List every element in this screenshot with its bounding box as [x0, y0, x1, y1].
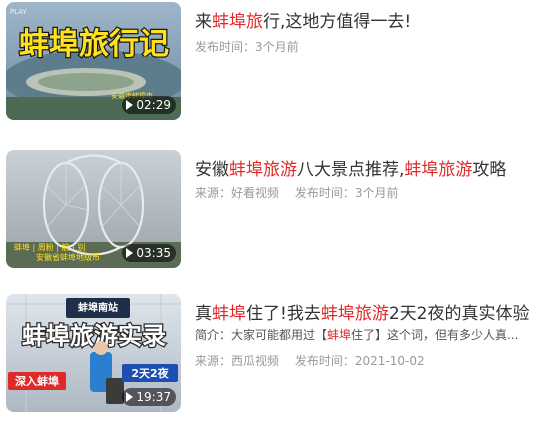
publish-time-value: 3个月前: [354, 186, 399, 200]
video-duration-text-1: 02:29: [136, 98, 171, 112]
video-thumbnail-2[interactable]: 蚌埠 | 周粉 | 航 | 别 安徽省蚌埠地级市 03:35: [6, 150, 181, 268]
thumbnail-tag-1: 深入蚌埠: [15, 374, 59, 388]
highlighted-keyword: 蚌埠旅游: [229, 160, 297, 180]
video-title-link-2[interactable]: 安徽蚌埠旅游八大景点推荐,蚌埠旅游攻略: [195, 158, 555, 182]
video-duration-text-2: 03:35: [136, 246, 171, 260]
video-thumbnail-1[interactable]: 蚌埠旅行记 PLAY 安徽市蚌埠市 02:29: [6, 2, 181, 120]
source-label: 来源：: [195, 186, 232, 200]
video-duration-badge-1: 02:29: [122, 96, 176, 114]
thumbnail-play-watermark: PLAY: [10, 8, 28, 16]
video-duration-text-3: 19:37: [136, 390, 171, 404]
thumbnail-caption-2b: 安徽省蚌埠地级市: [36, 252, 100, 262]
source-value: 西瓜视频: [231, 354, 280, 368]
video-result-1: 蚌埠旅行记 PLAY 安徽市蚌埠市 02:29 来蚌埠旅行,这地方值得一去! 发…: [0, 2, 557, 122]
video-result-2: 蚌埠 | 周粉 | 航 | 别 安徽省蚌埠地级市 03:35 安徽蚌埠旅游八大景…: [0, 150, 557, 270]
video-result-3: 蚌埠南站 蚌埠旅游实录 深入蚌埠 2天2夜 19:37 真蚌埠住了!我去蚌埠旅游…: [0, 294, 557, 414]
thumbnail-caption-2a: 蚌埠 | 周粉 | 航 | 别: [14, 242, 85, 252]
play-icon: [126, 100, 134, 110]
publish-time-label: 发布时间：: [294, 186, 355, 200]
video-snippet-3: 简介：大家可能都用过【蚌埠住了】这个词，但有多少人真...: [195, 326, 547, 344]
text-segment: 八大景点推荐,: [297, 160, 405, 180]
publish-time-1: 发布时间：3个月前: [195, 40, 299, 54]
video-duration-badge-2: 03:35: [122, 244, 176, 262]
text-segment: 2天2夜的真实体验: [388, 304, 530, 324]
text-segment: 简介：大家可能都用过【: [195, 328, 328, 342]
video-title-link-1[interactable]: 来蚌埠旅行,这地方值得一去!: [195, 10, 555, 34]
video-meta-2: 来源：好看视频 发布时间：3个月前: [195, 184, 399, 202]
video-title-link-3[interactable]: 真蚌埠住了!我去蚌埠旅游2天2夜的真实体验: [195, 302, 555, 326]
video-results-list: 蚌埠旅行记 PLAY 安徽市蚌埠市 02:29 来蚌埠旅行,这地方值得一去! 发…: [0, 0, 557, 421]
video-thumbnail-3[interactable]: 蚌埠南站 蚌埠旅游实录 深入蚌埠 2天2夜 19:37: [6, 294, 181, 412]
play-icon: [126, 248, 134, 258]
highlighted-keyword: 蚌埠: [212, 304, 246, 324]
publish-time-2: 发布时间：3个月前: [295, 186, 399, 200]
video-duration-badge-3: 19:37: [122, 388, 176, 406]
publish-time-value: 3个月前: [255, 40, 299, 54]
play-icon: [126, 392, 134, 402]
text-segment: 住了】这个词，但有多少人真...: [351, 328, 519, 342]
text-segment: 住了!我去: [246, 304, 321, 324]
video-meta-1: 发布时间：3个月前: [195, 38, 299, 56]
highlighted-keyword: 蚌埠: [327, 328, 352, 342]
highlighted-keyword: 蚌埠旅: [212, 12, 263, 32]
text-segment: 行,这地方值得一去!: [263, 12, 412, 32]
video-meta-3: 来源：西瓜视频 发布时间：2021-10-02: [195, 352, 425, 370]
text-segment: 来: [195, 12, 212, 32]
highlighted-keyword: 蚌埠旅游: [320, 304, 389, 324]
thumbnail-tag-2: 2天2夜: [131, 366, 169, 380]
thumbnail-title-text-3: 蚌埠旅游实录: [22, 322, 166, 350]
publish-time-label: 发布时间：: [294, 354, 355, 368]
source-label: 来源：: [195, 354, 232, 368]
publish-time-value: 2021-10-02: [354, 354, 425, 368]
thumbnail-title-text-1: 蚌埠旅行记: [19, 27, 169, 62]
publish-time-label: 发布时间：: [195, 40, 256, 54]
source-value: 好看视频: [231, 186, 280, 200]
highlighted-keyword: 蚌埠旅游: [404, 160, 473, 180]
publish-time-3: 发布时间：2021-10-02: [295, 354, 425, 368]
text-segment: 攻略: [472, 160, 507, 180]
text-segment: 安徽: [195, 160, 229, 180]
text-segment: 真: [195, 304, 212, 324]
thumbnail-station-sign: 蚌埠南站: [78, 301, 118, 314]
source-3: 来源：西瓜视频: [195, 354, 279, 368]
source-2: 来源：好看视频: [195, 186, 279, 200]
